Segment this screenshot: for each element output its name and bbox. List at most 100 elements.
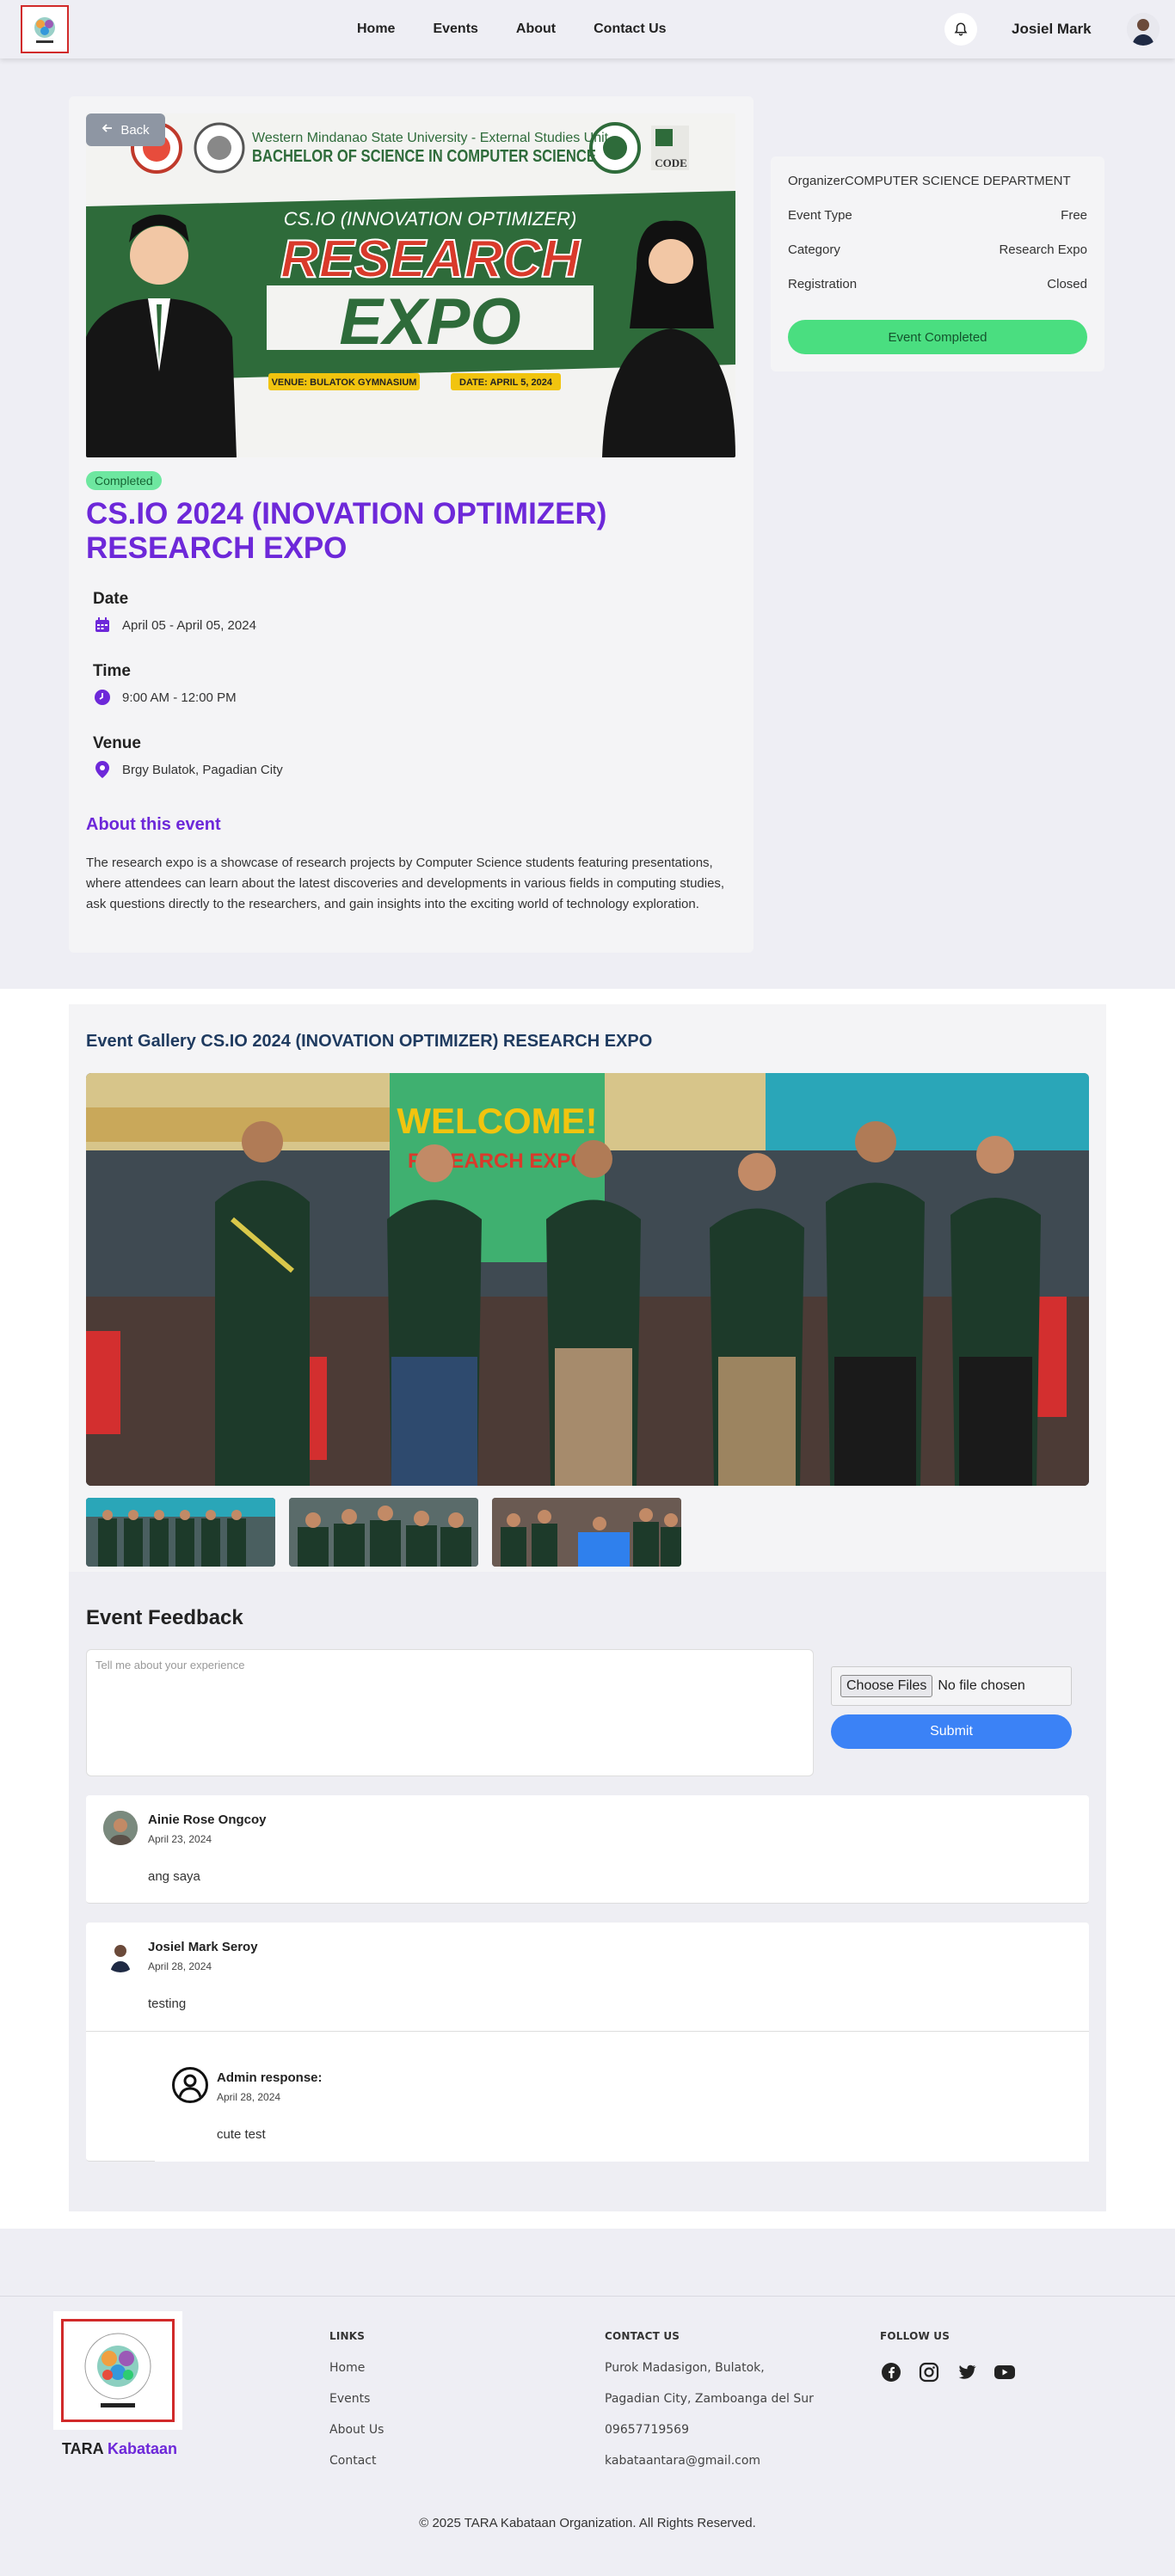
event-completed-button[interactable]: Event Completed bbox=[788, 320, 1087, 354]
user-avatar[interactable] bbox=[1127, 13, 1160, 46]
banner-word-research: RESEARCH bbox=[280, 230, 581, 289]
gallery-thumbnail-3[interactable] bbox=[492, 1498, 681, 1567]
type-row: Event Type Free bbox=[788, 208, 1087, 242]
calendar-icon bbox=[93, 616, 112, 635]
category-label: Category bbox=[788, 242, 840, 257]
contact-title: CONTACT US bbox=[605, 2330, 680, 2342]
contact-address-1: Purok Madasigon, Bulatok, bbox=[605, 2361, 765, 2375]
event-details-card: OrganizerCOMPUTER SCIENCE DEPARTMENT Eve… bbox=[771, 156, 1104, 371]
follow-title: FOLLOW US bbox=[880, 2330, 950, 2342]
venue-value: Brgy Bulatok, Pagadian City bbox=[122, 762, 283, 777]
comment-author: Josiel Mark Seroy bbox=[148, 1940, 258, 1954]
nav-home[interactable]: Home bbox=[357, 21, 395, 37]
footer-link-events[interactable]: Events bbox=[329, 2392, 384, 2423]
bell-icon[interactable] bbox=[944, 13, 977, 46]
feedback-section: Event Feedback Tell me about your experi… bbox=[69, 1572, 1106, 2211]
type-label: Event Type bbox=[788, 208, 852, 223]
banner-program: BACHELOR OF SCIENCE IN COMPUTER SCIENCE bbox=[252, 147, 596, 166]
comment-text: ang saya bbox=[148, 1869, 200, 1884]
organizer-label: Organizer bbox=[788, 174, 845, 188]
footer-contact: CONTACT US Purok Madasigon, Bulatok, Pag… bbox=[605, 2330, 814, 2485]
gallery-feedback-section: Event Gallery CS.IO 2024 (INOVATION OPTI… bbox=[0, 989, 1175, 2229]
admin-avatar-icon bbox=[172, 2067, 208, 2103]
gallery-card: Event Gallery CS.IO 2024 (INOVATION OPTI… bbox=[69, 1004, 1106, 2211]
gallery-title: Event Gallery CS.IO 2024 (INOVATION OPTI… bbox=[86, 1032, 653, 1051]
links-title: LINKS bbox=[329, 2330, 366, 2342]
twitter-icon[interactable] bbox=[956, 2361, 978, 2383]
contact-phone: 09657719569 bbox=[605, 2423, 689, 2437]
location-pin-icon bbox=[93, 760, 112, 779]
copyright: © 2025 TARA Kabataan Organization. All R… bbox=[419, 2516, 756, 2530]
file-upload-input[interactable]: Choose Files No file chosen bbox=[831, 1666, 1072, 1706]
event-card: CODE Western Mindanao State University -… bbox=[69, 96, 754, 953]
instagram-icon[interactable] bbox=[918, 2361, 940, 2383]
category-value: Research Expo bbox=[999, 242, 1087, 257]
nav-contact[interactable]: Contact Us bbox=[594, 21, 666, 37]
footer-divider bbox=[0, 2296, 1175, 2297]
reply-author: Admin response: bbox=[217, 2070, 323, 2085]
no-file-text: No file chosen bbox=[938, 1678, 1025, 1693]
banner-venue-tag: VENUE: BULATOK GYMNASIUM bbox=[272, 377, 417, 388]
org-logo[interactable] bbox=[21, 5, 69, 53]
organizer-row: OrganizerCOMPUTER SCIENCE DEPARTMENT bbox=[788, 174, 1087, 208]
brand-first: TARA bbox=[62, 2440, 103, 2457]
banner-word-expo: EXPO bbox=[339, 285, 520, 359]
organizer-value: COMPUTER SCIENCE DEPARTMENT bbox=[844, 174, 1071, 188]
contact-address-2: Pagadian City, Zamboanga del Sur bbox=[605, 2392, 814, 2406]
admin-reply: Admin response: April 28, 2024 cute test bbox=[155, 2033, 1089, 2162]
choose-files-button[interactable]: Choose Files bbox=[840, 1675, 933, 1697]
footer-brand: TARA Kabataan bbox=[62, 2440, 177, 2458]
venue-row: Brgy Bulatok, Pagadian City bbox=[93, 760, 283, 779]
submit-button[interactable]: Submit bbox=[831, 1714, 1072, 1749]
date-value: April 05 - April 05, 2024 bbox=[122, 617, 256, 633]
gallery-thumbnail-2[interactable] bbox=[289, 1498, 478, 1567]
type-value: Free bbox=[1061, 208, 1087, 223]
code-logo-text: CODE bbox=[655, 156, 687, 169]
footer-link-about[interactable]: About Us bbox=[329, 2423, 384, 2454]
about-title: About this event bbox=[86, 815, 221, 834]
youtube-icon[interactable] bbox=[994, 2361, 1016, 2383]
footer: TARA Kabataan LINKS Home Events About Us… bbox=[0, 2229, 1175, 2576]
banner-subtitle: CS.IO (INNOVATION OPTIMIZER) bbox=[284, 208, 577, 230]
event-title: CS.IO 2024 (INOVATION OPTIMIZER) RESEARC… bbox=[86, 497, 607, 565]
navbar: Home Events About Contact Us Josiel Mark bbox=[0, 0, 1175, 58]
arrow-left-icon bbox=[102, 122, 114, 138]
nav-links: Home Events About Contact Us bbox=[357, 0, 667, 58]
contact-email[interactable]: kabataantara@gmail.com bbox=[605, 2454, 814, 2485]
reply-text: cute test bbox=[217, 2127, 266, 2142]
reply-date: April 28, 2024 bbox=[217, 2091, 281, 2103]
comment-item: Josiel Mark Seroy April 28, 2024 testing… bbox=[86, 1923, 1089, 2162]
about-text: The research expo is a showcase of resea… bbox=[86, 856, 725, 911]
footer-link-home[interactable]: Home bbox=[329, 2361, 384, 2392]
comment-item: Ainie Rose Ongcoy April 23, 2024 ang say… bbox=[86, 1795, 1089, 1904]
status-badge: Completed bbox=[86, 471, 162, 490]
comment-author: Ainie Rose Ongcoy bbox=[148, 1812, 267, 1827]
footer-links: LINKS Home Events About Us Contact bbox=[329, 2330, 384, 2485]
avatar bbox=[103, 1938, 138, 1972]
brand-second: Kabataan bbox=[108, 2440, 178, 2457]
time-row: 9:00 AM - 12:00 PM bbox=[93, 688, 237, 707]
gallery-main-photo[interactable]: WELCOME! RESEARCH EXPO bbox=[86, 1073, 1089, 1486]
footer-link-contact[interactable]: Contact bbox=[329, 2454, 384, 2485]
back-label: Back bbox=[120, 122, 150, 138]
facebook-icon[interactable] bbox=[880, 2361, 902, 2383]
banner-date-tag: DATE: APRIL 5, 2024 bbox=[459, 377, 553, 388]
footer-logo bbox=[53, 2311, 182, 2430]
banner-university: Western Mindanao State University - Exte… bbox=[252, 131, 609, 145]
venue-label: Venue bbox=[93, 734, 141, 752]
registration-value: Closed bbox=[1047, 277, 1087, 291]
category-row: Category Research Expo bbox=[788, 242, 1087, 277]
photo-welcome-text: WELCOME! bbox=[397, 1101, 597, 1141]
registration-label: Registration bbox=[788, 277, 858, 291]
event-banner: CODE Western Mindanao State University -… bbox=[86, 113, 735, 457]
nav-about[interactable]: About bbox=[516, 21, 556, 37]
comment-date: April 23, 2024 bbox=[148, 1833, 212, 1845]
date-row: April 05 - April 05, 2024 bbox=[93, 616, 256, 635]
feedback-textarea[interactable]: Tell me about your experience bbox=[86, 1649, 814, 1776]
user-name[interactable]: Josiel Mark bbox=[1012, 21, 1092, 38]
time-value: 9:00 AM - 12:00 PM bbox=[122, 690, 237, 705]
nav-events[interactable]: Events bbox=[433, 21, 477, 37]
gallery-thumbnail-1[interactable] bbox=[86, 1498, 275, 1567]
comment-date: April 28, 2024 bbox=[148, 1960, 212, 1972]
back-button[interactable]: Back bbox=[86, 113, 165, 146]
